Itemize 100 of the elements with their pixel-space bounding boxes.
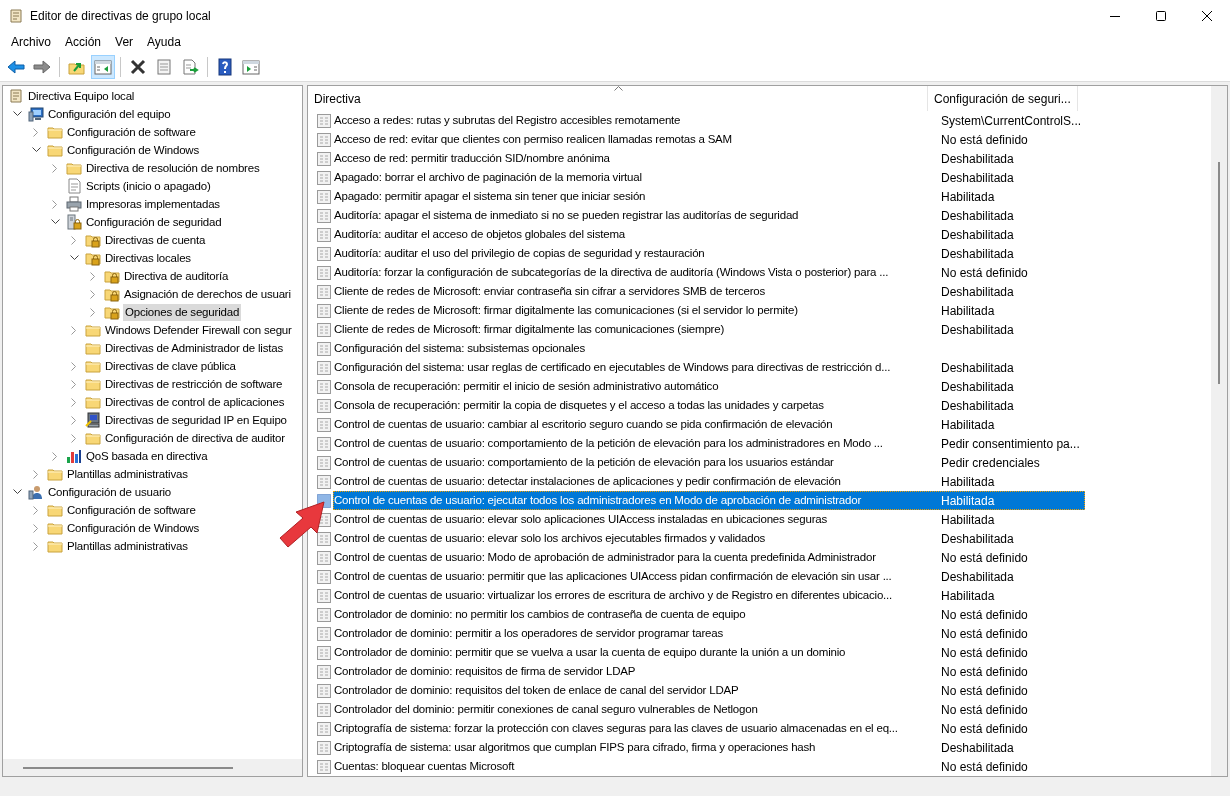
list-row[interactable]: Apagado: permitir apagar el sistema sin tener que iniciar sesión Habilitada [333,187,1085,206]
list-row[interactable]: Cliente de redes de Microsoft: firmar digitalmente las comunicaciones (si el servidor lo permite) Habilitada [333,301,1085,320]
scrollbar-thumb[interactable] [23,766,233,769]
horizontal-scrollbar[interactable] [3,759,302,776]
tree-item[interactable]: Directivas de seguridad IP en Equipo [103,411,287,429]
list-row[interactable]: Control de cuentas de usuario: virtualizar los errores de escritura de archivo y de Registro en diferentes ubicacio... Habilitada [333,586,1085,605]
tree-item[interactable]: Directivas de clave pública [103,357,236,375]
expand-chevron-icon[interactable] [33,523,39,533]
tree-item[interactable]: Windows Defender Firewall con segur [103,321,292,339]
tree-item[interactable]: Impresoras implementadas [84,195,220,213]
expand-chevron-icon[interactable] [71,235,77,245]
list-row[interactable]: Auditoría: auditar el uso del privilegio de copias de seguridad y restauración Deshabilitada [333,244,1085,263]
collapse-chevron-icon[interactable] [50,219,60,225]
tree-item[interactable]: Configuración de seguridad [84,213,222,231]
policy-icon [316,435,332,452]
list-row[interactable]: Controlador de dominio: permitir que se vuelva a usar la cuenta de equipo durante la unión a un dominio No está definido [333,643,1085,662]
list-row[interactable]: Control de cuentas de usuario: comportamiento de la petición de elevación para los administradores en Modo ... Pedir consentimiento pa... [333,434,1085,453]
tree-item[interactable]: QoS basada en directiva [84,447,208,465]
list-row[interactable]: Criptografía de sistema: forzar la protección con claves seguras para las claves de usuario almacenadas en el eq... No está definido [333,719,1085,738]
menu-item[interactable]: Acción [58,32,109,52]
menu-item[interactable]: Ayuda [140,32,188,52]
list-row[interactable]: Control de cuentas de usuario: elevar solo los archivos ejecutables firmados y validados Deshabilitada [333,529,1085,548]
tree-item[interactable]: Directiva de auditoría [122,267,229,285]
policy-name: Acceso de red: permitir traducción SID/nombre anónima [333,150,611,166]
list-row[interactable]: Controlador de dominio: requisitos del token de enlace de canal del servidor LDAP No está definido [333,681,1085,700]
list-row[interactable]: Auditoría: forzar la configuración de subcategorías de la directiva de auditoría (Windows Vista o posterior) para ... No está definido [333,263,1085,282]
tree-item[interactable]: Directivas de control de aplicaciones [103,393,285,411]
collapse-chevron-icon[interactable] [31,147,41,153]
menu-item[interactable]: Ver [108,32,141,52]
list-row[interactable]: Control de cuentas de usuario: cambiar al escritorio seguro cuando se pida confirmación de elevación Habilitada [333,415,1085,434]
tree-item[interactable]: Asignación de derechos de usuari [122,285,291,303]
tree-item[interactable]: Directiva de resolución de nombres [84,159,260,177]
expand-chevron-icon[interactable] [71,397,77,407]
policy-icon [316,264,332,281]
list-row[interactable]: Acceso de red: evitar que clientes con permiso realicen llamadas remotas a SAM No está definido [333,130,1085,149]
list-row[interactable]: Control de cuentas de usuario: comportamiento de la petición de elevación para los usuarios estándar Pedir credenciales [333,453,1085,472]
list-row[interactable]: Acceso de red: permitir traducción SID/nombre anónima Deshabilitada [333,149,1085,168]
expand-chevron-icon[interactable] [71,361,77,371]
expand-chevron-icon[interactable] [33,469,39,479]
tree-item[interactable]: Plantillas administrativas [65,537,188,555]
list-row[interactable]: Auditoría: apagar el sistema de inmediato si no se pueden registrar las auditorías de seguridad Deshabilitada [333,206,1085,225]
tree-item[interactable]: Configuración de directiva de auditor [103,429,285,447]
tree-item[interactable]: Configuración de software [65,501,196,519]
collapse-chevron-icon[interactable] [12,489,22,495]
list-row[interactable]: Acceso a redes: rutas y subrutas del Registro accesibles remotamente System\CurrentControlS... [333,111,1085,130]
tree-item[interactable]: Directivas de cuenta [103,231,206,249]
collapse-chevron-icon[interactable] [12,111,22,117]
list-row[interactable]: Cliente de redes de Microsoft: firmar digitalmente las comunicaciones (siempre) Deshabilitada [333,320,1085,339]
expand-chevron-icon[interactable] [33,505,39,515]
expand-chevron-icon[interactable] [90,307,96,317]
list-row[interactable]: Criptografía de sistema: usar algoritmos que cumplan FIPS para cifrado, firma y operaciones hash Deshabilitada [333,738,1085,757]
vertical-scrollbar[interactable] [1211,86,1227,776]
tree-item[interactable]: Configuración del equipo [46,105,171,123]
column-header[interactable]: Directiva [308,86,928,111]
list-row[interactable]: Control de cuentas de usuario: Modo de aprobación de administrador para la cuenta predefinida Administrador No está definido [333,548,1085,567]
list-row[interactable]: Controlador del dominio: permitir conexiones de canal seguro vulnerables de Netlogon No está definido [333,700,1085,719]
expand-chevron-icon[interactable] [71,379,77,389]
list-row[interactable]: Auditoría: auditar el acceso de objetos globales del sistema Deshabilitada [333,225,1085,244]
expand-chevron-icon[interactable] [71,325,77,335]
list-row[interactable]: Controlador de dominio: requisitos de firma de servidor LDAP No está definido [333,662,1085,681]
tree-item[interactable]: Directivas locales [103,249,191,267]
list-row[interactable]: Control de cuentas de usuario: permitir que las aplicaciones UIAccess pidan confirmación de elevación sin usar ... Deshabilitada [333,567,1085,586]
expand-chevron-icon[interactable] [52,163,58,173]
tree-item[interactable]: Directivas de restricción de software [103,375,283,393]
list-row[interactable]: Configuración del sistema: usar reglas de certificado en ejecutables de Windows para directivas de restricción d... Deshabilitada [333,358,1085,377]
expand-chevron-icon[interactable] [33,541,39,551]
list-row[interactable]: Control de cuentas de usuario: detectar instalaciones de aplicaciones y pedir confirmación de elevación Habilitada [333,472,1085,491]
expand-chevron-icon[interactable] [90,289,96,299]
tree-item[interactable]: Directivas de Administrador de listas [103,339,283,357]
tree-item[interactable]: Scripts (inicio o apagado) [84,177,211,195]
collapse-chevron-icon[interactable] [69,255,79,261]
expand-chevron-icon[interactable] [71,415,77,425]
policy-icon [316,473,332,490]
tree-item[interactable]: Configuración de Windows [65,141,199,159]
expand-chevron-icon[interactable] [90,271,96,281]
expand-chevron-icon[interactable] [52,451,58,461]
expand-chevron-icon[interactable] [71,433,77,443]
list-row[interactable]: Consola de recuperación: permitir el inicio de sesión administrativo automático Deshabilitada [333,377,1085,396]
tree-item[interactable]: Opciones de seguridad [123,303,242,321]
tree-item[interactable]: Plantillas administrativas [65,465,188,483]
policy-icon [316,530,332,547]
list-row[interactable]: Configuración del sistema: subsistemas opcionales [333,339,1085,358]
list-row[interactable]: Controlador de dominio: permitir a los operadores de servidor programar tareas No está definido [333,624,1085,643]
list-row[interactable]: Controlador de dominio: no permitir los cambios de contraseña de cuenta de equipo No está definido [333,605,1085,624]
expand-chevron-icon[interactable] [33,127,39,137]
tree-item[interactable]: Configuración de Windows [65,519,199,537]
tree-item[interactable]: Configuración de software [65,123,196,141]
tree-item[interactable]: Configuración de usuario [46,483,172,501]
list-row[interactable]: Control de cuentas de usuario: elevar solo aplicaciones UIAccess instaladas en ubicaciones seguras Habilitada [333,510,1085,529]
menu-item[interactable]: Archivo [4,32,58,52]
policy-name: Cliente de redes de Microsoft: firmar digitalmente las comunicaciones (si el servidor lo permite) [333,302,799,318]
list-row[interactable]: Cliente de redes de Microsoft: enviar contraseña sin cifrar a servidores SMB de terceros Deshabilitada [333,282,1085,301]
tree-item[interactable]: Directiva Equipo local [26,87,135,105]
list-row[interactable]: Apagado: borrar el archivo de paginación de la memoria virtual Deshabilitada [333,168,1085,187]
list-row[interactable]: Control de cuentas de usuario: ejecutar todos los administradores en Modo de aprobación de administrador Habilitada [333,491,1085,510]
list-row[interactable]: Cuentas: bloquear cuentas Microsoft No está definido [333,757,1085,776]
column-header[interactable]: Configuración de seguri... [928,86,1078,111]
expand-chevron-icon[interactable] [52,199,58,209]
list-row[interactable]: Consola de recuperación: permitir la copia de disquetes y el acceso a todas las unidades y carpetas Deshabilitada [333,396,1085,415]
scrollbar-thumb[interactable] [1218,162,1220,384]
